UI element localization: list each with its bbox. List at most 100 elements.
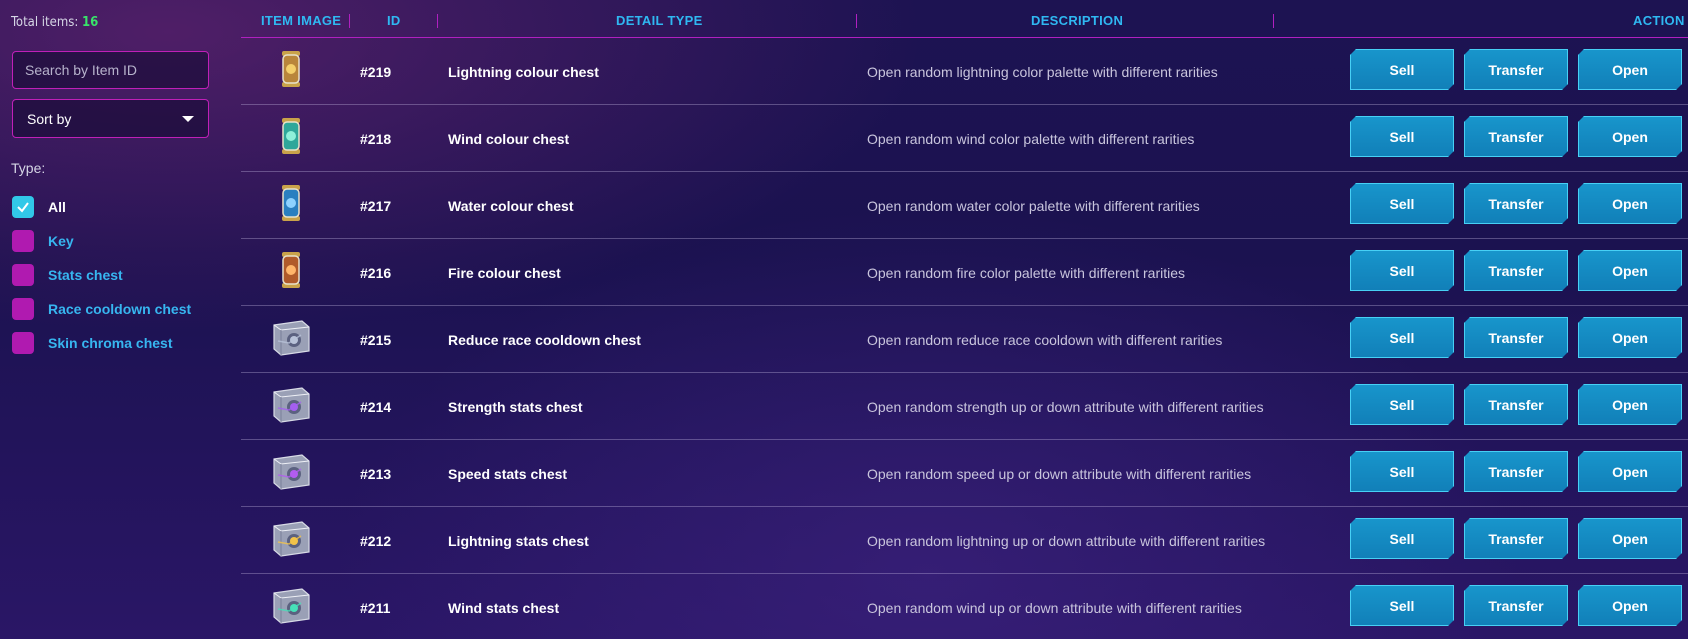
water-capsule-icon: [269, 181, 313, 230]
filter-skin-chroma-chest[interactable]: Skin chroma chest: [12, 326, 191, 360]
item-id: #216: [360, 264, 392, 281]
transfer-button[interactable]: Transfer: [1464, 518, 1568, 559]
open-button[interactable]: Open: [1578, 451, 1682, 492]
item-description: Open random lightning color palette with…: [867, 63, 1218, 80]
sell-button[interactable]: Sell: [1350, 585, 1454, 626]
fire-capsule-icon: [269, 248, 313, 297]
item-id: #218: [360, 130, 392, 147]
header-detail-type: DETAIL TYPE: [616, 13, 703, 28]
item-id: #217: [360, 197, 392, 214]
check-icon: [17, 202, 29, 213]
checkbox-skin-chroma-chest[interactable]: [12, 332, 34, 354]
strength-chest-icon: [269, 382, 313, 431]
filter-label-all: All: [48, 199, 66, 215]
checkbox-key[interactable]: [12, 230, 34, 252]
wind-chest-icon: [269, 583, 313, 632]
total-items-count: 16: [81, 15, 99, 30]
item-image-cell: [261, 38, 321, 105]
lightning-capsule-icon: [269, 47, 313, 96]
search-box[interactable]: [12, 51, 209, 89]
item-image-cell: [261, 172, 321, 239]
filter-stats-chest[interactable]: Stats chest: [12, 258, 191, 292]
filter-key[interactable]: Key: [12, 224, 191, 258]
transfer-button[interactable]: Transfer: [1464, 384, 1568, 425]
transfer-button[interactable]: Transfer: [1464, 250, 1568, 291]
table-row: #211 Wind stats chest Open random wind u…: [241, 574, 1688, 639]
filter-label-skin-chroma-chest: Skin chroma chest: [48, 335, 173, 351]
open-button[interactable]: Open: [1578, 49, 1682, 90]
header-description: DESCRIPTION: [1031, 13, 1124, 28]
header-divider: [1273, 14, 1274, 28]
item-detail-type: Speed stats chest: [448, 465, 568, 482]
item-id: #219: [360, 63, 392, 80]
open-button[interactable]: Open: [1578, 585, 1682, 626]
filter-all[interactable]: All: [12, 190, 191, 224]
total-items-label: Total items:: [11, 15, 79, 30]
speed-chest-icon: [269, 449, 313, 498]
type-filter-list: All Key Stats chest Race cooldown chest …: [12, 190, 191, 360]
filter-race-cooldown-chest[interactable]: Race cooldown chest: [12, 292, 191, 326]
table-row: #214 Strength stats chest Open random st…: [241, 373, 1688, 440]
open-button[interactable]: Open: [1578, 317, 1682, 358]
item-description: Open random strength up or down attribut…: [867, 398, 1264, 415]
header-divider: [349, 14, 350, 28]
sidebar: Total items: 16 Sort by Type: All: [0, 0, 232, 639]
transfer-button[interactable]: Transfer: [1464, 49, 1568, 90]
total-items: Total items: 16: [11, 15, 98, 30]
inventory-page: Total items: 16 Sort by Type: All: [0, 0, 1688, 639]
transfer-button[interactable]: Transfer: [1464, 183, 1568, 224]
transfer-button[interactable]: Transfer: [1464, 317, 1568, 358]
sell-button[interactable]: Sell: [1350, 183, 1454, 224]
item-description: Open random wind up or down attribute wi…: [867, 599, 1242, 616]
cooldown-chest-icon: [269, 315, 313, 364]
item-detail-type: Lightning colour chest: [448, 63, 599, 80]
checkbox-all[interactable]: [12, 196, 34, 218]
table-row: #219 Lightning colour chest Open random …: [241, 38, 1688, 105]
sell-button[interactable]: Sell: [1350, 250, 1454, 291]
sell-button[interactable]: Sell: [1350, 384, 1454, 425]
sell-button[interactable]: Sell: [1350, 49, 1454, 90]
item-detail-type: Lightning stats chest: [448, 532, 589, 549]
table-row: #218 Wind colour chest Open random wind …: [241, 105, 1688, 172]
sort-dropdown[interactable]: Sort by: [12, 99, 209, 138]
wind-capsule-icon: [269, 114, 313, 163]
open-button[interactable]: Open: [1578, 518, 1682, 559]
filter-label-key: Key: [48, 233, 74, 249]
sell-button[interactable]: Sell: [1350, 518, 1454, 559]
item-image-cell: [261, 306, 321, 373]
open-button[interactable]: Open: [1578, 384, 1682, 425]
item-detail-type: Wind colour chest: [448, 130, 570, 147]
table-row: #215 Reduce race cooldown chest Open ran…: [241, 306, 1688, 373]
item-image-cell: [261, 239, 321, 306]
item-detail-type: Strength stats chest: [448, 398, 583, 415]
item-image-cell: [261, 574, 321, 639]
checkbox-race-cooldown-chest[interactable]: [12, 298, 34, 320]
item-description: Open random wind color palette with diff…: [867, 130, 1195, 147]
item-id: #211: [360, 599, 391, 616]
item-id: #212: [360, 532, 392, 549]
transfer-button[interactable]: Transfer: [1464, 585, 1568, 626]
table-header: ITEM IMAGE ID DETAIL TYPE DESCRIPTION AC…: [241, 0, 1688, 38]
item-image-cell: [261, 440, 321, 507]
search-input[interactable]: [25, 62, 206, 78]
header-action: ACTION: [1633, 13, 1685, 28]
table-row: #217 Water colour chest Open random wate…: [241, 172, 1688, 239]
open-button[interactable]: Open: [1578, 116, 1682, 157]
transfer-button[interactable]: Transfer: [1464, 451, 1568, 492]
table-row: #216 Fire colour chest Open random fire …: [241, 239, 1688, 306]
chevron-down-icon: [182, 115, 194, 122]
sell-button[interactable]: Sell: [1350, 116, 1454, 157]
item-id: #215: [360, 331, 392, 348]
item-image-cell: [261, 105, 321, 172]
sell-button[interactable]: Sell: [1350, 317, 1454, 358]
open-button[interactable]: Open: [1578, 183, 1682, 224]
transfer-button[interactable]: Transfer: [1464, 116, 1568, 157]
filter-label-stats-chest: Stats chest: [48, 267, 123, 283]
open-button[interactable]: Open: [1578, 250, 1682, 291]
items-table: ITEM IMAGE ID DETAIL TYPE DESCRIPTION AC…: [241, 0, 1688, 639]
header-id: ID: [387, 13, 401, 28]
item-description: Open random speed up or down attribute w…: [867, 465, 1252, 482]
sell-button[interactable]: Sell: [1350, 451, 1454, 492]
item-detail-type: Reduce race cooldown chest: [448, 331, 641, 348]
checkbox-stats-chest[interactable]: [12, 264, 34, 286]
